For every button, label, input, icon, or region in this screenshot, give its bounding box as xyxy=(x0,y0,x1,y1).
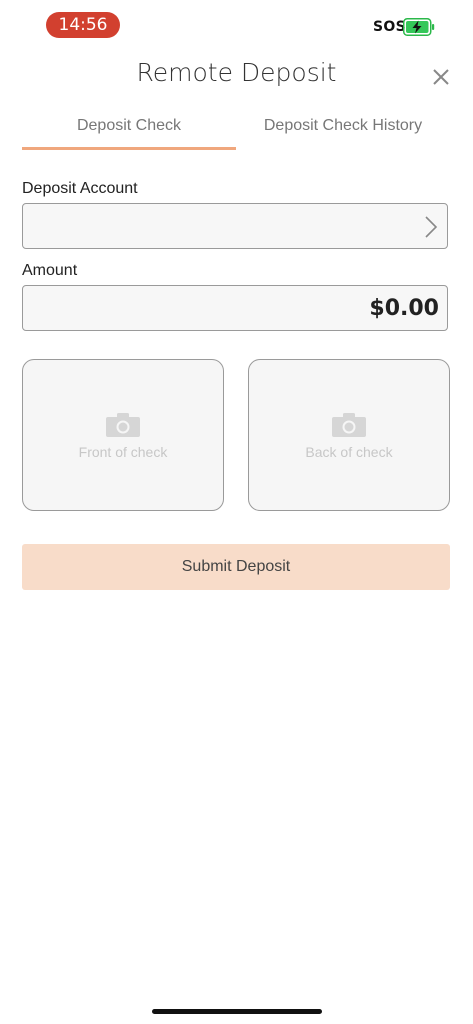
deposit-account-select[interactable] xyxy=(22,203,448,249)
page-title: Remote Deposit xyxy=(136,58,337,87)
sos-indicator: SOS xyxy=(373,19,406,35)
amount-input[interactable]: $0.00 xyxy=(22,285,448,331)
back-of-check-label: Back of check xyxy=(305,444,393,460)
tab-deposit-check[interactable]: Deposit Check xyxy=(22,108,236,150)
amount-label: Amount xyxy=(22,262,78,279)
home-indicator[interactable] xyxy=(152,1009,322,1014)
close-icon[interactable] xyxy=(428,64,454,90)
front-of-check-label: Front of check xyxy=(78,444,168,460)
amount-value: $0.00 xyxy=(369,296,439,321)
status-bar: 14:56 SOS xyxy=(0,0,473,50)
submit-deposit-button[interactable]: Submit Deposit xyxy=(22,544,450,590)
remote-deposit-screen: 14:56 SOS Remote Deposit Deposit Check D… xyxy=(0,0,473,1024)
camera-icon xyxy=(106,413,140,437)
tab-bar: Deposit Check Deposit Check History xyxy=(22,108,450,150)
status-time: 14:56 xyxy=(46,12,120,38)
camera-icon xyxy=(332,413,366,437)
battery-charging-icon xyxy=(403,18,435,36)
deposit-account-label: Deposit Account xyxy=(22,180,138,197)
chevron-right-icon xyxy=(425,216,438,238)
tab-deposit-check-history[interactable]: Deposit Check History xyxy=(236,108,450,150)
front-of-check-button[interactable]: Front of check xyxy=(22,359,224,511)
back-of-check-button[interactable]: Back of check xyxy=(248,359,450,511)
